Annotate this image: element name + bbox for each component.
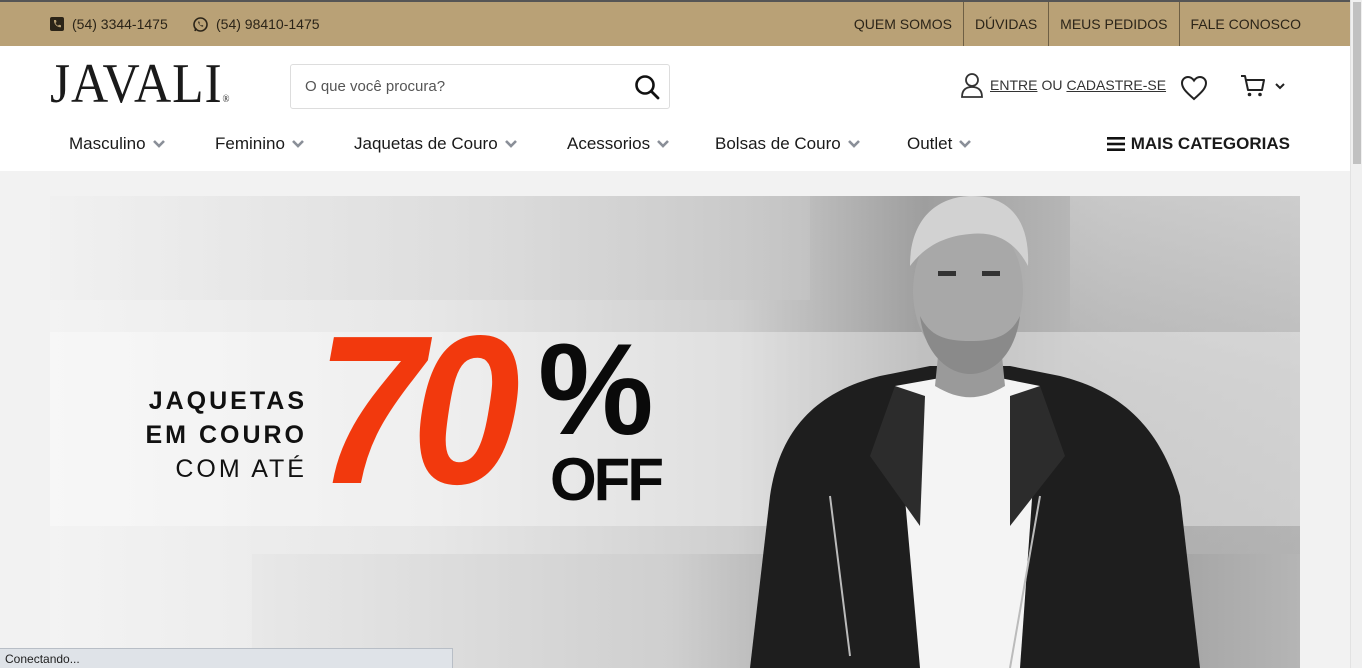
main-nav: Masculino Feminino Jaquetas de Couro Ace… xyxy=(0,134,1350,164)
wishlist-button[interactable] xyxy=(1180,75,1208,106)
chevron-down-icon xyxy=(959,140,972,148)
search-box xyxy=(290,64,670,109)
nav-outlet[interactable]: Outlet xyxy=(907,134,972,154)
or-label: OU xyxy=(1041,77,1063,93)
nav-label: Acessorios xyxy=(567,134,651,153)
nav-acessorios[interactable]: Acessorios xyxy=(567,134,670,154)
browser-status-bar: Conectando... xyxy=(0,648,453,668)
registered-mark: ® xyxy=(222,94,231,105)
discount-number: 70 xyxy=(316,291,520,528)
search-button[interactable] xyxy=(631,71,663,103)
nav-feminino[interactable]: Feminino xyxy=(215,134,305,154)
user-icon[interactable] xyxy=(960,72,984,98)
top-bar: (54) 3344-1475 (54) 98410-1475 QUEM SOMO… xyxy=(0,0,1350,46)
nav-label: Outlet xyxy=(907,134,953,153)
off-label: OFF xyxy=(550,446,664,513)
whatsapp-icon xyxy=(193,16,208,32)
promo-line-3: COM ATÉ xyxy=(175,455,307,483)
chevron-down-icon xyxy=(657,140,670,148)
percent-sign: % xyxy=(538,316,654,462)
more-categories-button[interactable]: MAIS CATEGORIAS xyxy=(1106,134,1290,154)
chevron-down-icon xyxy=(292,140,304,148)
top-links: QUEM SOMOS DÚVIDAS MEUS PEDIDOS FALE CON… xyxy=(843,2,1312,46)
more-categories-label: MAIS CATEGORIAS xyxy=(1130,134,1290,153)
javali-logo[interactable]: JAVALI® xyxy=(50,56,230,112)
promo-line-1: JAQUETAS xyxy=(148,387,307,415)
duvidas-link[interactable]: DÚVIDAS xyxy=(962,2,1048,46)
meus-pedidos-link[interactable]: MEUS PEDIDOS xyxy=(1048,2,1178,46)
promo-line-2: EM COURO xyxy=(145,421,307,449)
search-input[interactable] xyxy=(291,65,611,108)
cart-icon xyxy=(1241,75,1265,97)
nav-bolsas-de-couro[interactable]: Bolsas de Couro xyxy=(715,134,861,154)
phone-contact[interactable]: (54) 3344-1475 xyxy=(50,2,168,46)
cart-button[interactable] xyxy=(1240,74,1286,98)
model-image xyxy=(750,196,1200,668)
chevron-down-icon xyxy=(504,140,517,148)
background-strip xyxy=(50,196,810,300)
nav-label: Masculino xyxy=(69,134,146,153)
logo-text: JAVALI xyxy=(50,53,223,115)
nav-label: Jaquetas de Couro xyxy=(354,134,498,153)
chevron-down-icon xyxy=(152,140,165,148)
menu-icon xyxy=(1106,137,1125,151)
heart-icon xyxy=(1180,75,1208,101)
promo-text: JAQUETAS EM COURO COM ATÉ xyxy=(146,384,308,486)
scrollbar-thumb[interactable] xyxy=(1353,2,1361,164)
whatsapp-number: (54) 98410-1475 xyxy=(216,16,320,32)
register-link[interactable]: CADASTRE-SE xyxy=(1066,77,1166,93)
quem-somos-link[interactable]: QUEM SOMOS xyxy=(843,2,963,46)
account-area: ENTRE OU CADASTRE-SE xyxy=(960,72,1166,98)
nav-masculino[interactable]: Masculino xyxy=(69,134,166,154)
phone-number: (54) 3344-1475 xyxy=(72,16,168,32)
nav-jaquetas-de-couro[interactable]: Jaquetas de Couro xyxy=(354,134,518,154)
nav-label: Bolsas de Couro xyxy=(715,134,841,153)
status-text: Conectando... xyxy=(5,652,80,666)
whatsapp-contact[interactable]: (54) 98410-1475 xyxy=(193,2,320,46)
chevron-down-icon xyxy=(1275,83,1285,90)
page-scrollbar[interactable] xyxy=(1350,0,1362,668)
fale-conosco-link[interactable]: FALE CONOSCO xyxy=(1178,2,1312,46)
nav-label: Feminino xyxy=(215,134,285,153)
chevron-down-icon xyxy=(847,140,860,148)
phone-icon xyxy=(50,17,64,31)
login-link[interactable]: ENTRE xyxy=(990,77,1037,93)
site-header: JAVALI® ENTRE OU CADASTRE-SE Masculino F… xyxy=(0,46,1350,171)
search-icon xyxy=(635,75,660,100)
hero-banner[interactable]: JAQUETAS EM COURO COM ATÉ 70 % OFF xyxy=(50,196,1300,668)
